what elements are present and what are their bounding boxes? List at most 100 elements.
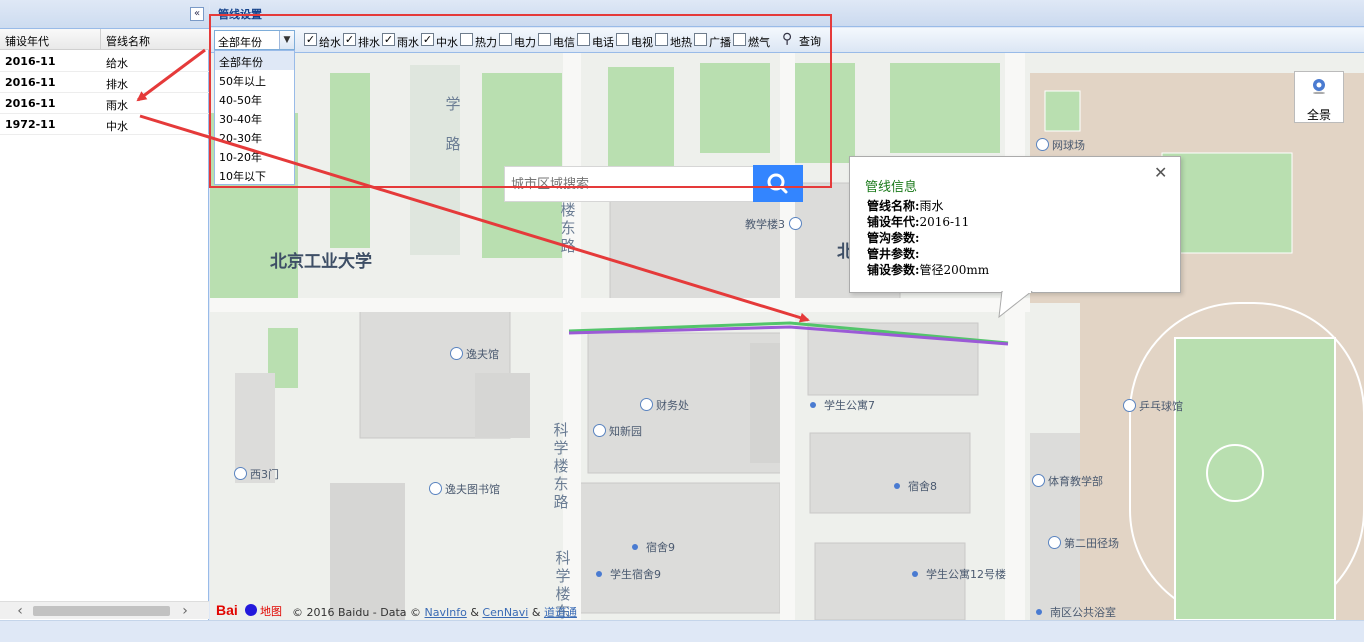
- table-row[interactable]: 2016-11 给水: [0, 51, 209, 72]
- table-row[interactable]: 1972-11 中水: [0, 114, 209, 135]
- scroll-left-icon[interactable]: ‹: [12, 603, 28, 619]
- info-field-value: 雨水: [919, 199, 944, 213]
- info-field: 管沟参数:: [867, 229, 919, 246]
- poi-label: 财务处: [656, 399, 689, 412]
- year-option[interactable]: 10年以下: [215, 165, 294, 184]
- checkbox-label: 电信: [553, 36, 575, 49]
- poi-dot-icon: [912, 571, 918, 577]
- poi-building-icon: [1048, 536, 1061, 549]
- finance-office-poi[interactable]: 财务处: [640, 397, 689, 413]
- year-option[interactable]: 40-50年: [215, 89, 294, 108]
- label-road-fragment-xue: 学: [445, 95, 461, 113]
- bathhouse-poi[interactable]: 南区公共浴室: [1036, 604, 1116, 620]
- cennavi-link[interactable]: CenNavi: [482, 606, 528, 619]
- info-field: 管线名称:雨水: [867, 197, 943, 214]
- overview-button[interactable]: 全景: [1294, 71, 1344, 123]
- navinfo-link[interactable]: NavInfo: [425, 606, 467, 619]
- map-search-input[interactable]: [505, 167, 745, 201]
- checkbox-label: 电话: [592, 36, 614, 49]
- close-icon[interactable]: ✕: [1154, 163, 1167, 182]
- year-option[interactable]: 20-30年: [215, 127, 294, 146]
- checkbox[interactable]: [616, 33, 629, 46]
- scrollbar-thumb[interactable]: [33, 606, 170, 616]
- map-base: [210, 53, 1364, 620]
- collapse-panel-button[interactable]: «: [190, 7, 204, 21]
- map-search-box[interactable]: [504, 166, 754, 202]
- table-row[interactable]: 2016-11 排水: [0, 72, 209, 93]
- cell-name: 排水: [106, 78, 128, 91]
- year-select-value: 全部年份: [218, 36, 262, 49]
- filter-toolbar: 全部年份 ▼ ✓ 给水 ✓ 排水 ✓ 雨水 ✓ 中水 热力 电力 电信 电话 电视 地热 广播 燃气 ⚲ 查询: [210, 28, 1364, 53]
- year-option[interactable]: 全部年份: [215, 51, 294, 70]
- magnifier-icon: ⚲: [782, 31, 793, 47]
- poi-dot-icon: [894, 483, 900, 489]
- info-window-pointer: [998, 291, 1033, 319]
- chevron-down-icon[interactable]: ▼: [279, 31, 294, 49]
- info-field-key: 管井参数:: [867, 247, 920, 261]
- search-icon: [767, 173, 788, 194]
- cell-year: 2016-11: [5, 97, 56, 110]
- dormitory-9-poi[interactable]: 宿舍9: [632, 539, 675, 555]
- yifu-hall-poi[interactable]: 逸夫馆: [450, 346, 499, 362]
- teaching-building-3-poi[interactable]: 教学楼3: [745, 216, 805, 232]
- tennis-court-poi[interactable]: 网球场: [1036, 137, 1085, 153]
- student-apartment-7-poi[interactable]: 学生公寓7: [810, 397, 875, 413]
- poi-building-icon: [1032, 474, 1045, 487]
- checkbox[interactable]: [655, 33, 668, 46]
- status-strip: [0, 620, 1364, 642]
- year-option[interactable]: 50年以上: [215, 70, 294, 89]
- checkbox[interactable]: [694, 33, 707, 46]
- checkbox-label: 广播: [709, 36, 731, 49]
- column-header-year[interactable]: 铺设年代: [5, 33, 49, 49]
- checkbox[interactable]: ✓: [382, 33, 395, 46]
- table-panel-header: «: [0, 0, 209, 29]
- column-header-name[interactable]: 管线名称: [106, 33, 150, 49]
- separator: &: [466, 606, 483, 619]
- checkbox[interactable]: [577, 33, 590, 46]
- year-select[interactable]: 全部年份 ▼: [214, 30, 295, 50]
- cell-name: 雨水: [106, 99, 128, 112]
- checkbox[interactable]: ✓: [343, 33, 356, 46]
- cell-year: 2016-11: [5, 55, 56, 68]
- checkbox[interactable]: [460, 33, 473, 46]
- table-tennis-hall-poi[interactable]: 乒乓球馆: [1123, 398, 1183, 414]
- year-option[interactable]: 10-20年: [215, 146, 294, 165]
- checkbox[interactable]: ✓: [421, 33, 434, 46]
- poi-dot-icon: [1036, 609, 1042, 615]
- library-poi[interactable]: 逸夫图书馆: [429, 481, 500, 497]
- west-gate-3-poi[interactable]: 西3门: [234, 466, 279, 482]
- poi-label: 南区公共浴室: [1050, 606, 1116, 619]
- checkbox[interactable]: [499, 33, 512, 46]
- label-university: 北京工业大学: [270, 252, 372, 272]
- cell-name: 给水: [106, 57, 128, 70]
- checkbox-label: 给水: [319, 36, 341, 49]
- pe-department-poi[interactable]: 体育教学部: [1032, 473, 1103, 489]
- map-canvas[interactable]: 北京工业大学 北 学 路 科学楼东路 科学楼东路 科学楼东 网球场教学楼3逸夫馆…: [210, 53, 1364, 620]
- horizontal-scrollbar[interactable]: ‹ ›: [0, 601, 209, 619]
- scroll-right-icon[interactable]: ›: [177, 603, 193, 619]
- poi-label: 逸夫馆: [466, 348, 499, 361]
- poi-label: 教学楼3: [745, 218, 785, 231]
- track-field-2-poi[interactable]: 第二田径场: [1048, 535, 1119, 551]
- daodaotong-link[interactable]: 道道通: [544, 606, 577, 619]
- student-apartment-12-poi[interactable]: 学生公寓12号楼: [912, 566, 1006, 582]
- poi-label: 宿舍9: [646, 541, 675, 554]
- zhixin-garden-poi[interactable]: 知新园: [593, 423, 642, 439]
- checkbox-label: 电视: [631, 36, 653, 49]
- info-field-key: 管线名称:: [867, 199, 920, 213]
- checkbox[interactable]: [733, 33, 746, 46]
- checkbox[interactable]: ✓: [304, 33, 317, 46]
- year-option[interactable]: 30-40年: [215, 108, 294, 127]
- poi-dot-icon: [632, 544, 638, 550]
- poi-building-icon: [234, 467, 247, 480]
- checkbox-label: 排水: [358, 36, 380, 49]
- checkbox[interactable]: [538, 33, 551, 46]
- table-row[interactable]: 2016-11 雨水: [0, 93, 209, 114]
- cell-year: 1972-11: [5, 118, 56, 131]
- column-divider[interactable]: [100, 29, 101, 50]
- checkbox-label: 燃气: [748, 36, 770, 49]
- dormitory-8-poi[interactable]: 宿舍8: [894, 478, 937, 494]
- student-dorm-9-poi[interactable]: 学生宿舍9: [596, 566, 661, 582]
- map-search-button[interactable]: [753, 165, 803, 202]
- poi-label: 学生宿舍9: [610, 568, 661, 581]
